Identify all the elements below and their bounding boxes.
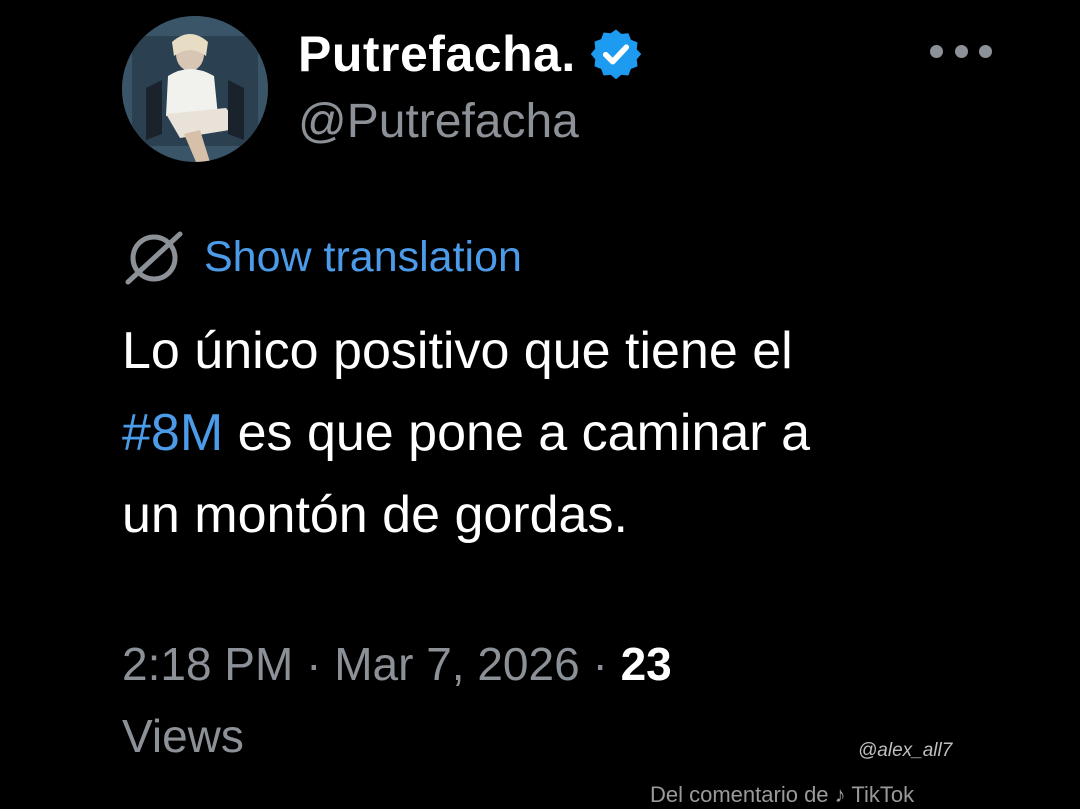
- watermark-handle: @alex_all7: [858, 740, 953, 761]
- translation-row: Show translation: [122, 228, 522, 286]
- more-options-icon[interactable]: [930, 36, 992, 66]
- tweet-time[interactable]: 2:18 PM: [122, 638, 293, 690]
- more-dot: [954, 44, 968, 58]
- timestamp-line: 2:18 PM · Mar 7, 2026 · 23: [122, 628, 672, 700]
- verified-badge-icon: [590, 29, 642, 80]
- views-count: 23: [620, 638, 672, 690]
- tweet-date[interactable]: Mar 7, 2026: [334, 638, 579, 690]
- more-dot: [979, 44, 992, 58]
- tweet-text-line: un montón de gordas.: [122, 486, 628, 544]
- watermark-source-text: Del comentario de ♪ TikTok: [650, 782, 915, 807]
- tweet-text-segment: es que pone a caminar a: [223, 404, 810, 462]
- hashtag-link[interactable]: #8M: [122, 404, 223, 462]
- author-display-name[interactable]: Putrefacha.: [298, 25, 576, 83]
- author-name-row: Putrefacha.: [298, 24, 644, 84]
- separator: ·: [579, 638, 621, 690]
- watermark-source: Del comentario de ♪ TikTok: [650, 780, 1010, 809]
- separator: ·: [293, 638, 335, 690]
- avatar-photo: [122, 16, 268, 162]
- views-label: Views: [122, 710, 244, 762]
- translate-globe-icon: [125, 231, 183, 285]
- tweet-text: Lo único positivo que tiene el #8M es qu…: [122, 310, 1022, 556]
- avatar[interactable]: [122, 16, 268, 162]
- show-translation-link[interactable]: Show translation: [204, 233, 522, 282]
- tweet-text-line: Lo único positivo que tiene el: [122, 322, 793, 380]
- author-handle[interactable]: @Putrefacha: [298, 94, 579, 149]
- tweet-text-line: #8M es que pone a caminar a: [122, 392, 1022, 474]
- tweet-meta: 2:18 PM · Mar 7, 2026 · 23 Views: [122, 628, 672, 772]
- more-dot: [930, 44, 943, 58]
